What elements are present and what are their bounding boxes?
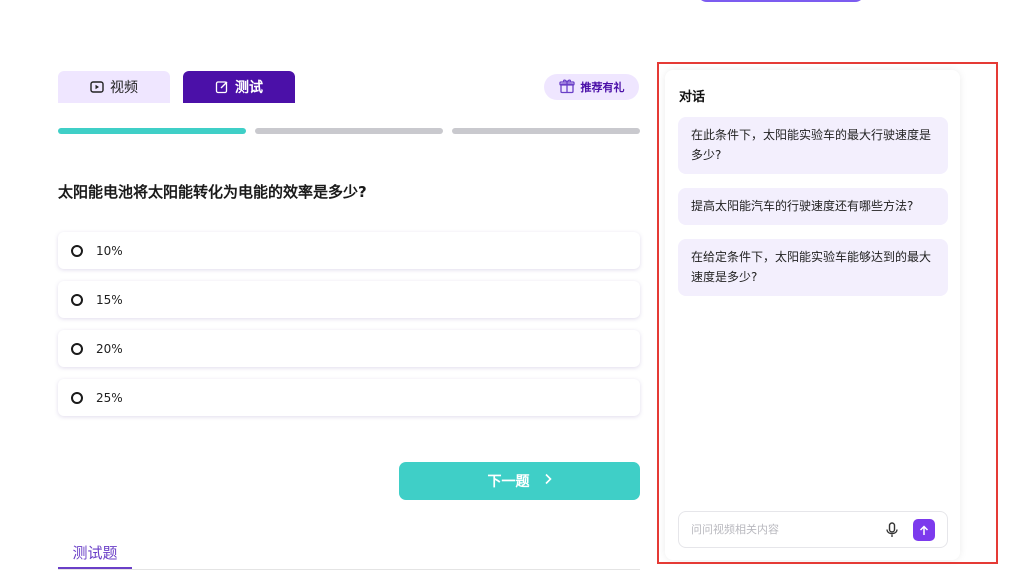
- option-label: 10%: [96, 243, 123, 258]
- tab-test-label: 测试: [235, 80, 263, 96]
- option-3[interactable]: 20%: [58, 330, 640, 367]
- page: 视频 测试 推荐有礼 太阳能电池将太阳能转化为电能的效率是多少? 10% 15%…: [0, 0, 1024, 582]
- tab-quiz-list[interactable]: 测试题: [58, 537, 132, 569]
- option-1[interactable]: 10%: [58, 232, 640, 269]
- radio-icon[interactable]: [71, 342, 83, 355]
- progress-segment-1: [58, 128, 246, 134]
- next-question-button[interactable]: 下一题: [399, 462, 640, 500]
- top-button-edge[interactable]: [697, 0, 865, 2]
- progress-segment-3: [452, 128, 640, 134]
- option-4[interactable]: 25%: [58, 379, 640, 416]
- recommend-gift-button[interactable]: 推荐有礼: [544, 74, 639, 100]
- radio-icon[interactable]: [71, 391, 83, 404]
- chevron-right-icon: [544, 473, 552, 489]
- arrow-up-icon: [919, 521, 929, 540]
- option-2[interactable]: 15%: [58, 281, 640, 318]
- suggestion-1[interactable]: 在此条件下，太阳能实验车的最大行驶速度是多少?: [678, 117, 948, 174]
- play-icon: [90, 81, 104, 93]
- radio-icon[interactable]: [71, 293, 83, 306]
- chat-input-box: [678, 511, 948, 548]
- send-button[interactable]: [913, 519, 935, 541]
- divider: [58, 569, 640, 570]
- tab-quiz-label: 测试题: [72, 543, 118, 562]
- edit-icon: [215, 80, 229, 94]
- chat-input[interactable]: [691, 523, 876, 536]
- radio-icon[interactable]: [71, 244, 83, 257]
- question-text: 太阳能电池将太阳能转化为电能的效率是多少?: [58, 183, 367, 201]
- chat-title: 对话: [679, 90, 706, 105]
- tab-test[interactable]: 测试: [183, 71, 295, 103]
- tab-video-label: 视频: [110, 80, 138, 96]
- option-label: 15%: [96, 292, 123, 307]
- option-label: 20%: [96, 341, 123, 356]
- tab-video[interactable]: 视频: [58, 71, 170, 103]
- mic-icon[interactable]: [886, 522, 898, 542]
- gift-label: 推荐有礼: [580, 81, 625, 94]
- progress-segment-2: [255, 128, 443, 134]
- suggestion-3[interactable]: 在给定条件下，太阳能实验车能够达到的最大速度是多少?: [678, 239, 948, 296]
- option-label: 25%: [96, 390, 123, 405]
- suggestion-2[interactable]: 提高太阳能汽车的行驶速度还有哪些方法?: [678, 188, 948, 225]
- next-label: 下一题: [487, 474, 530, 490]
- gift-icon: [558, 78, 575, 97]
